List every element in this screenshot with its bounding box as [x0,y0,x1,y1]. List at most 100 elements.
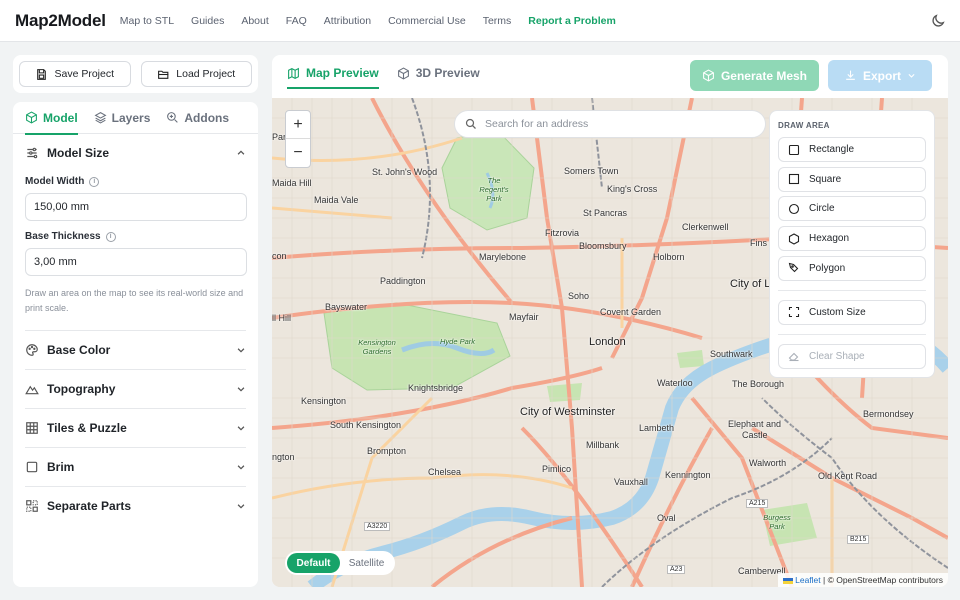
model-width-input[interactable] [25,193,247,221]
divider [778,289,926,291]
section-topography: Topography [25,370,246,409]
nav-link-terms[interactable]: Terms [483,15,512,27]
model-size-title: Model Size [47,146,110,160]
draw-rectangle-button[interactable]: Rectangle [778,137,926,162]
section-brim: Brim [25,448,246,487]
nav-link-report-problem[interactable]: Report a Problem [528,15,616,27]
brim-header[interactable]: Brim [25,448,246,486]
map-label: Holborn [653,252,685,262]
map-label: ngton [272,452,295,462]
map-label: City of L [730,278,771,290]
rectangle-icon [788,144,800,155]
map-label: A215 [746,499,769,508]
draw-area-panel: DRAW AREA Rectangle Square Circle Hexago… [769,110,935,378]
map-label: Clerkenwell [682,222,729,232]
map-label: Bloomsbury [579,241,627,251]
layers-icon [94,112,107,124]
map-label: St. John's Wood [372,167,438,177]
folder-open-icon [158,70,169,79]
tab-addons[interactable]: Addons [166,102,229,134]
custom-size-button[interactable]: Custom Size [778,299,926,325]
map-label: Paddington [380,276,426,286]
zoom-in-button[interactable]: + [286,111,310,139]
addons-icon [167,112,179,123]
sliders-icon [27,147,38,159]
nav-link-guides[interactable]: Guides [191,15,224,27]
cube-icon [397,66,409,80]
export-button[interactable]: Export [828,60,932,91]
info-icon[interactable]: i [89,176,100,187]
chevron-down-icon [237,465,245,470]
osm-attribution[interactable]: | © OpenStreetMap contributors [823,575,943,585]
draw-polygon-button[interactable]: Polygon [778,255,926,281]
separate-parts-title: Separate Parts [47,499,132,513]
app-logo[interactable]: Map2Model [15,11,106,31]
layer-default-button[interactable]: Default [287,553,340,573]
map-label: Elephant and [728,419,782,429]
base-color-header[interactable]: Base Color [25,331,246,369]
nav-link-about[interactable]: About [241,15,268,27]
address-search-input[interactable] [485,118,745,130]
base-color-title: Base Color [47,343,111,357]
map-label: Waterloo [657,378,693,388]
tiles-puzzle-header[interactable]: Tiles & Puzzle [25,409,246,447]
map-label: A3220 [364,522,391,531]
brim-title: Brim [47,460,75,474]
map-view[interactable]: Park St. John's Wood The Regent's Park S… [272,98,948,587]
nav-links: Map to STL Guides About FAQ Attribution … [120,15,633,27]
download-icon [846,70,855,80]
tab-layers[interactable]: Layers [94,102,151,134]
map-label: Chelsea [428,467,462,477]
base-thickness-input[interactable] [25,248,247,276]
model-size-header[interactable]: Model Size [25,134,246,172]
map-label: Kensington [301,396,347,406]
map-label: Knightsbridge [408,383,464,393]
draw-area-title: DRAW AREA [778,121,830,130]
layer-satellite-button[interactable]: Satellite [340,553,393,573]
clear-shape-button[interactable]: Clear Shape [778,343,926,369]
draw-hexagon-button[interactable]: Hexagon [778,226,926,252]
nav-link-map-to-stl[interactable]: Map to STL [120,15,174,27]
map-label: B215 [847,535,870,544]
save-icon [37,68,47,80]
hexagon-label: Hexagon [809,233,850,245]
info-icon[interactable]: i [105,231,116,242]
sidebar-tabs: Model Layers Addons [13,102,258,135]
save-project-button[interactable]: Save Project [19,61,131,87]
separate-parts-header[interactable]: Separate Parts [25,487,246,525]
nav-link-commercial-use[interactable]: Commercial Use [388,15,466,27]
topography-title: Topography [47,382,116,396]
map-layer-toggle: Default Satellite [285,551,395,575]
cube-icon [26,111,37,124]
map-label: St Pancras [583,208,628,218]
draw-circle-button[interactable]: Circle [778,196,926,222]
zoom-out-button[interactable]: − [286,139,310,167]
tab-layers-label: Layers [111,110,151,125]
preview-tabs: Map Preview 3D Preview [287,55,480,99]
map-label: Soho [568,291,590,301]
map-label: South Kensington [330,420,402,430]
tab-map-preview[interactable]: Map Preview [287,57,379,89]
main-panel: Map Preview 3D Preview Generate Mesh Exp… [272,55,948,587]
section-base-color: Base Color [25,331,246,370]
map-label: Castle [742,430,768,440]
leaflet-link[interactable]: Leaflet [795,575,821,585]
pen-tool-icon [788,262,799,273]
tab-3d-preview[interactable]: 3D Preview [397,57,480,89]
clear-shape-label: Clear Shape [809,350,865,362]
map-label: Lambeth [639,423,675,433]
draw-square-button[interactable]: Square [778,166,926,192]
moon-icon[interactable] [930,13,946,29]
tab-model[interactable]: Model [25,102,78,135]
topography-header[interactable]: Topography [25,370,246,408]
nav-link-attribution[interactable]: Attribution [324,15,371,27]
export-label: Export [862,68,901,83]
load-project-button[interactable]: Load Project [140,61,252,87]
project-actions: Save Project Load Project [13,55,258,93]
generate-mesh-button[interactable]: Generate Mesh [690,60,819,91]
search-icon [465,118,476,129]
draw-area-hint: Draw an area on the map to see its real-… [25,288,244,313]
circle-icon [788,203,800,214]
map-label: Burgess Park [763,513,791,531]
nav-link-faq[interactable]: FAQ [286,15,307,27]
